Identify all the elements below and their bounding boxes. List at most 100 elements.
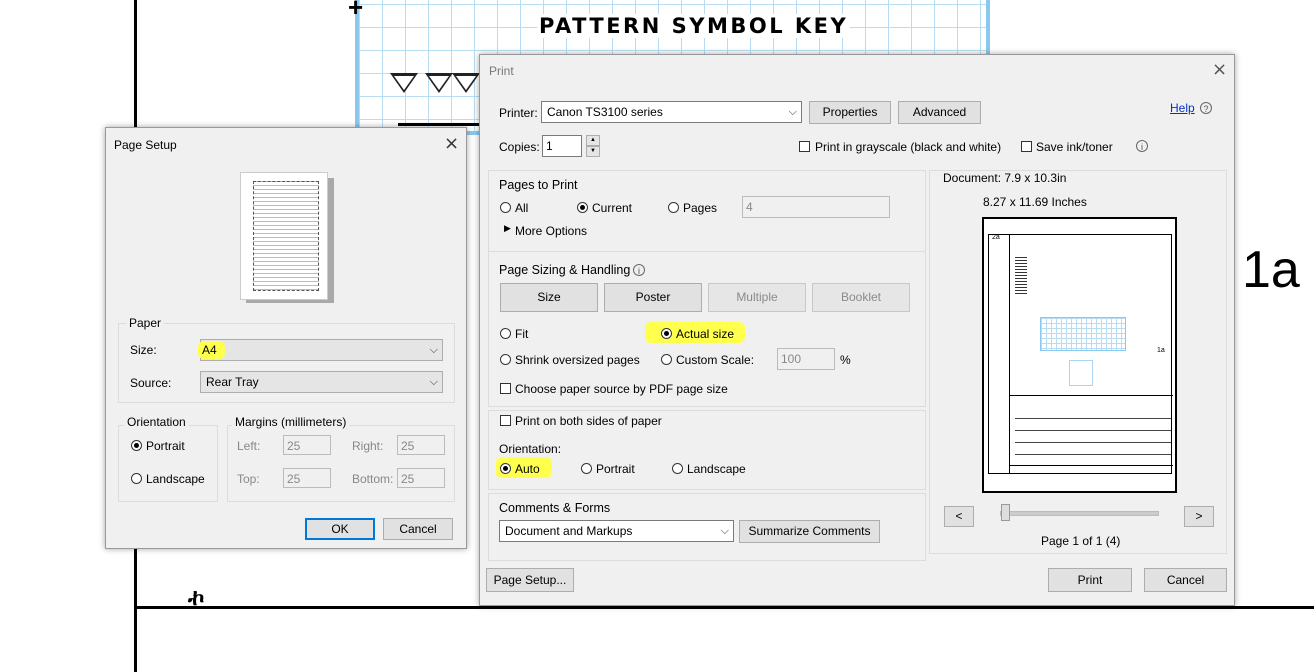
- shrink-radio[interactable]: [500, 354, 511, 365]
- left-margin-input[interactable]: 25: [283, 435, 331, 455]
- print-button[interactable]: Print: [1048, 568, 1132, 592]
- summarize-comments-button[interactable]: Summarize Comments: [739, 520, 880, 543]
- right-margin-label: Right:: [352, 439, 384, 453]
- multiple-tab-button[interactable]: Multiple: [708, 283, 806, 312]
- next-page-button[interactable]: >: [1184, 506, 1214, 527]
- page-slider-thumb[interactable]: [1001, 504, 1010, 521]
- current-page-label: Current: [592, 201, 633, 215]
- fit-label: Fit: [515, 327, 529, 341]
- page-setup-dialog: Page Setup × Paper Size: A4 ⌵ Source: Re…: [105, 127, 467, 549]
- landscape-radio[interactable]: [672, 463, 683, 474]
- right-margin-input[interactable]: 25: [397, 435, 445, 455]
- help-link[interactable]: Help: [1170, 101, 1195, 115]
- info-icon[interactable]: i: [1136, 140, 1148, 152]
- both-sides-label: Print on both sides of paper: [515, 414, 662, 428]
- copies-input[interactable]: 1: [542, 135, 582, 157]
- page-slider-track[interactable]: [1000, 511, 1159, 516]
- all-pages-radio[interactable]: [500, 202, 511, 213]
- paper-size-select[interactable]: A4 ⌵: [198, 339, 443, 361]
- expand-arrow-icon[interactable]: ▶: [504, 223, 511, 234]
- chevron-down-icon: ⌵: [788, 106, 797, 118]
- size-value: A4: [198, 341, 225, 359]
- booklet-tab-button[interactable]: Booklet: [812, 283, 910, 312]
- close-icon[interactable]: ×: [1212, 61, 1227, 79]
- chevron-down-icon: ⌵: [429, 344, 438, 356]
- comments-heading: Comments & Forms: [499, 501, 611, 515]
- custom-scale-radio[interactable]: [661, 354, 672, 365]
- plus-mark: +: [348, 0, 364, 22]
- landscape-radio[interactable]: [131, 473, 142, 484]
- fit-radio[interactable]: [500, 328, 511, 339]
- pattern-heading: PATTERN SYMBOL KEY: [537, 14, 851, 38]
- size-tab-button[interactable]: Size: [500, 283, 598, 312]
- triangle-symbol: [390, 73, 418, 93]
- dialog-title: Page Setup: [114, 138, 177, 152]
- bottom-glyph: ኯ: [188, 585, 205, 610]
- ok-button[interactable]: OK: [305, 518, 375, 540]
- comments-select[interactable]: Document and Markups ⌵: [499, 520, 734, 542]
- cancel-button[interactable]: Cancel: [1144, 568, 1227, 592]
- close-icon[interactable]: ×: [444, 135, 459, 153]
- properties-button[interactable]: Properties: [809, 101, 891, 124]
- preview-rule: [1009, 465, 1173, 466]
- help-icon[interactable]: ?: [1200, 102, 1212, 114]
- chevron-down-icon: ⌵: [429, 376, 438, 388]
- save-ink-checkbox[interactable]: [1021, 141, 1032, 152]
- custom-scale-input[interactable]: 100: [777, 348, 835, 370]
- cancel-button[interactable]: Cancel: [383, 518, 453, 540]
- printer-label: Printer:: [499, 106, 538, 120]
- document-size: Document: 7.9 x 10.3in: [943, 171, 1067, 185]
- divider: [488, 251, 926, 252]
- comments-value: Document and Markups: [505, 524, 633, 538]
- top-margin-input[interactable]: 25: [283, 468, 331, 488]
- info-icon[interactable]: i: [633, 264, 645, 276]
- left-margin-label: Left:: [237, 439, 261, 453]
- current-page-radio[interactable]: [577, 202, 588, 213]
- preview-page-label: 2a: [992, 234, 1000, 241]
- grayscale-label: Print in grayscale (black and white): [815, 140, 1002, 154]
- advanced-button[interactable]: Advanced: [898, 101, 981, 124]
- pages-label: Pages: [683, 201, 718, 215]
- portrait-radio[interactable]: [581, 463, 592, 474]
- grayscale-checkbox[interactable]: [799, 141, 810, 152]
- printer-value: Canon TS3100 series: [547, 105, 663, 119]
- all-pages-label: All: [515, 201, 529, 215]
- margin-outline: [253, 181, 319, 291]
- preview-symbol-key: [1040, 317, 1126, 351]
- preview-lines: [1015, 407, 1171, 465]
- bottom-margin-input[interactable]: 25: [397, 468, 445, 488]
- print-preview-page: 2a 1a: [982, 217, 1177, 493]
- copies-down-icon[interactable]: ▼: [586, 146, 600, 157]
- prev-page-button[interactable]: <: [944, 506, 974, 527]
- print-dialog: Print × Printer: Canon TS3100 series ⌵ P…: [479, 54, 1235, 606]
- source-label: Source:: [130, 376, 172, 390]
- printer-select[interactable]: Canon TS3100 series ⌵: [541, 101, 802, 123]
- size-label: Size:: [130, 343, 157, 357]
- orientation-label: Orientation:: [499, 442, 562, 456]
- paper-size: 8.27 x 11.69 Inches: [983, 195, 1087, 209]
- choose-source-checkbox[interactable]: [500, 383, 511, 394]
- preview-note-box: [1069, 360, 1093, 386]
- actual-size-label: Actual size: [676, 327, 735, 341]
- more-options-link[interactable]: More Options: [515, 224, 587, 238]
- shrink-label: Shrink oversized pages: [515, 353, 640, 367]
- both-sides-checkbox[interactable]: [500, 415, 511, 426]
- preview-text-column: [1015, 257, 1027, 295]
- chevron-down-icon: ⌵: [720, 525, 729, 537]
- pages-range-input[interactable]: 4: [742, 196, 890, 218]
- choose-source-label: Choose paper source by PDF page size: [515, 382, 728, 396]
- auto-orientation-radio[interactable]: [500, 463, 511, 474]
- page-setup-button[interactable]: Page Setup...: [486, 568, 574, 592]
- poster-tab-button[interactable]: Poster: [604, 283, 702, 312]
- copies-label: Copies:: [499, 140, 540, 154]
- custom-scale-label: Custom Scale:: [676, 353, 755, 367]
- portrait-label: Portrait: [146, 439, 185, 453]
- paper-group-label: Paper: [126, 316, 165, 330]
- auto-orientation-label: Auto: [515, 462, 540, 476]
- page-status: Page 1 of 1 (4): [1041, 534, 1121, 548]
- pages-radio[interactable]: [668, 202, 679, 213]
- actual-size-radio[interactable]: [661, 328, 672, 339]
- copies-up-icon[interactable]: ▲: [586, 135, 600, 146]
- portrait-radio[interactable]: [131, 440, 142, 451]
- paper-source-select[interactable]: Rear Tray ⌵: [200, 371, 443, 393]
